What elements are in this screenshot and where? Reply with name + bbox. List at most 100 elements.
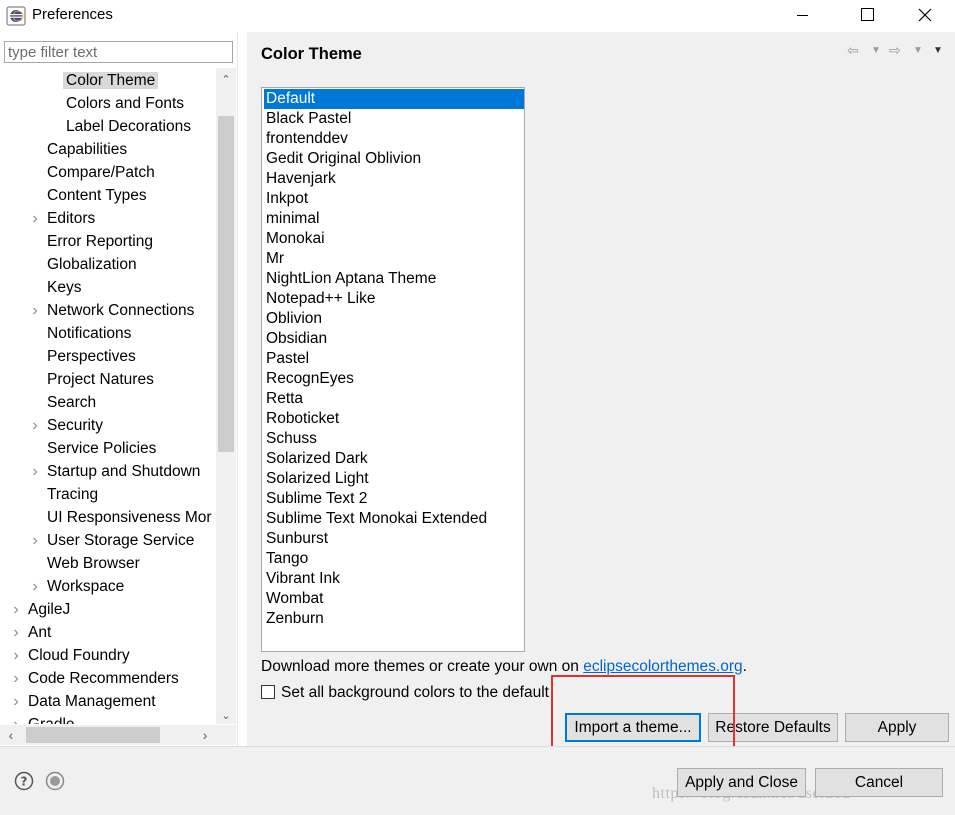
expand-arrow-icon[interactable]: ›: [30, 208, 40, 230]
tree-item[interactable]: › Editors: [32, 208, 95, 230]
expand-arrow-icon[interactable]: ›: [11, 622, 21, 644]
scroll-up-icon[interactable]: ⌃: [220, 74, 232, 86]
tree-item[interactable]: Keys: [47, 277, 81, 299]
expand-arrow-icon[interactable]: ›: [11, 645, 21, 667]
tree-item[interactable]: › Ant: [13, 622, 51, 644]
tree-item[interactable]: › Cloud Foundry: [13, 645, 129, 667]
tree-item[interactable]: Tracing: [47, 484, 98, 506]
scroll-down-icon[interactable]: ⌄: [220, 710, 232, 722]
restore-defaults-button[interactable]: Restore Defaults: [708, 713, 838, 742]
theme-list-item[interactable]: Gedit Original Oblivion: [264, 149, 524, 169]
theme-list[interactable]: Default Black Pastel frontenddev Gedit Orig…: [261, 87, 525, 652]
theme-list-item[interactable]: Notepad++ Like: [264, 289, 524, 309]
record-macro-icon[interactable]: [45, 771, 65, 791]
theme-list-item[interactable]: Solarized Light: [264, 469, 524, 489]
theme-list-item[interactable]: NightLion Aptana Theme: [264, 269, 524, 289]
expand-arrow-icon[interactable]: ›: [11, 714, 21, 724]
tree-item[interactable]: Notifications: [47, 323, 131, 345]
close-button[interactable]: [902, 0, 948, 32]
tree-item[interactable]: › Security: [32, 415, 103, 437]
expand-arrow-icon[interactable]: ›: [11, 599, 21, 621]
theme-list-item[interactable]: Obsidian: [264, 329, 524, 349]
theme-list-item[interactable]: Default: [264, 89, 524, 109]
eclipsecolorthemes-link[interactable]: eclipsecolorthemes.org: [583, 658, 742, 675]
tree-item-label: AgileJ: [28, 601, 71, 618]
tree-item[interactable]: Label Decorations: [66, 116, 191, 138]
tree-item[interactable]: › Startup and Shutdown: [32, 461, 200, 483]
expand-arrow-icon[interactable]: ›: [11, 691, 21, 713]
theme-list-item[interactable]: Black Pastel: [264, 109, 524, 129]
dialog-button-bar: [0, 747, 955, 815]
theme-list-item[interactable]: Sublime Text Monokai Extended: [264, 509, 524, 529]
back-history-dropdown-icon[interactable]: ▼: [871, 45, 881, 56]
tree-item[interactable]: Color Theme: [63, 70, 159, 92]
theme-list-item[interactable]: Vibrant Ink: [264, 569, 524, 589]
expand-arrow-icon[interactable]: ›: [30, 530, 40, 552]
view-menu-icon[interactable]: ▼: [933, 45, 943, 56]
theme-list-item[interactable]: Oblivion: [264, 309, 524, 329]
theme-list-item[interactable]: Sunburst: [264, 529, 524, 549]
tree-item[interactable]: Content Types: [47, 185, 147, 207]
expand-arrow-icon[interactable]: ›: [30, 576, 40, 598]
help-icon[interactable]: ?: [14, 771, 34, 791]
theme-list-item[interactable]: Inkpot: [264, 189, 524, 209]
theme-list-item[interactable]: Pastel: [264, 349, 524, 369]
forward-arrow-icon[interactable]: ⇨: [889, 42, 901, 59]
tree-item[interactable]: › Data Management: [13, 691, 155, 713]
theme-list-item[interactable]: Monokai: [264, 229, 524, 249]
expand-arrow-icon[interactable]: ›: [30, 461, 40, 483]
tree-item[interactable]: Globalization: [47, 254, 137, 276]
tree-item[interactable]: › Code Recommenders: [13, 668, 178, 690]
theme-list-item[interactable]: Retta: [264, 389, 524, 409]
theme-list-item[interactable]: Solarized Dark: [264, 449, 524, 469]
back-arrow-icon[interactable]: ⇦: [847, 42, 859, 59]
theme-list-item[interactable]: Mr: [264, 249, 524, 269]
theme-list-item[interactable]: frontenddev: [264, 129, 524, 149]
theme-list-item[interactable]: Havenjark: [264, 169, 524, 189]
scroll-thumb[interactable]: [218, 116, 234, 452]
expand-arrow-icon[interactable]: ›: [30, 300, 40, 322]
maximize-button[interactable]: [844, 0, 890, 32]
scroll-thumb-horizontal[interactable]: [26, 727, 160, 743]
tree-vertical-scrollbar[interactable]: ⌃ ⌄: [216, 68, 236, 724]
theme-list-item[interactable]: RecognEyes: [264, 369, 524, 389]
tree-item[interactable]: Project Natures: [47, 369, 154, 391]
tree-item[interactable]: Capabilities: [47, 139, 127, 161]
scroll-left-icon[interactable]: ‹: [4, 727, 18, 743]
theme-list-item[interactable]: Zenburn: [264, 609, 524, 629]
tree-item[interactable]: Colors and Fonts: [66, 93, 184, 115]
tree-item[interactable]: › Gradle: [13, 714, 74, 724]
theme-list-item[interactable]: Wombat: [264, 589, 524, 609]
tree-item[interactable]: Compare/Patch: [47, 162, 155, 184]
tree-item[interactable]: › Network Connections: [32, 300, 194, 322]
theme-list-item[interactable]: Schuss: [264, 429, 524, 449]
tree-item[interactable]: Service Policies: [47, 438, 156, 460]
tree-item[interactable]: Web Browser: [47, 553, 140, 575]
tree-item[interactable]: UI Responsiveness Mor: [47, 507, 212, 529]
theme-list-item[interactable]: Tango: [264, 549, 524, 569]
import-theme-button[interactable]: Import a theme...: [565, 713, 701, 742]
tree-item[interactable]: Error Reporting: [47, 231, 153, 253]
tree-item[interactable]: › Workspace: [32, 576, 124, 598]
background-default-checkbox[interactable]: [261, 685, 275, 699]
theme-list-item[interactable]: Roboticket: [264, 409, 524, 429]
tree-item[interactable]: › AgileJ: [13, 599, 71, 621]
tree-item-label: Compare/Patch: [47, 164, 155, 181]
expand-arrow-icon[interactable]: ›: [30, 415, 40, 437]
theme-list-item[interactable]: Sublime Text 2: [264, 489, 524, 509]
tree-item[interactable]: Perspectives: [47, 346, 136, 368]
apply-button[interactable]: Apply: [845, 713, 949, 742]
forward-history-dropdown-icon[interactable]: ▼: [913, 45, 923, 56]
scroll-right-icon[interactable]: ›: [198, 727, 212, 743]
preferences-tree[interactable]: Color Theme Colors and Fonts Label Decorat…: [0, 68, 216, 724]
cancel-button[interactable]: Cancel: [815, 768, 943, 797]
minimize-button[interactable]: [780, 0, 826, 32]
tree-item[interactable]: › User Storage Service: [32, 530, 194, 552]
tree-item[interactable]: Search: [47, 392, 96, 414]
scrollbar-corner: [216, 725, 236, 745]
theme-list-item[interactable]: minimal: [264, 209, 524, 229]
tree-horizontal-scrollbar[interactable]: ‹ ›: [0, 725, 216, 745]
expand-arrow-icon[interactable]: ›: [11, 668, 21, 690]
filter-input[interactable]: [4, 41, 233, 63]
apply-and-close-button[interactable]: Apply and Close: [677, 768, 806, 797]
